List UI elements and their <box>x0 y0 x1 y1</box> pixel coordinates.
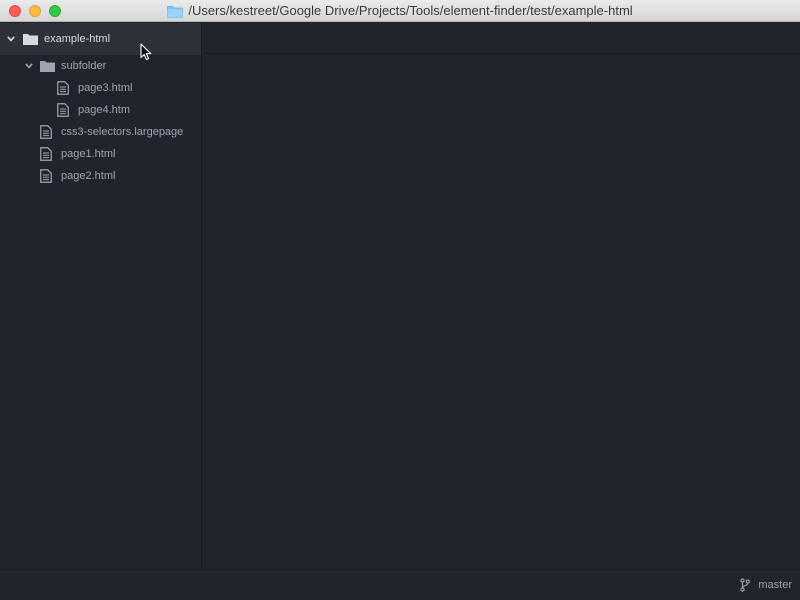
file-icon <box>40 121 52 143</box>
git-branch-label: master <box>758 579 792 591</box>
minimize-window-button[interactable] <box>29 5 41 17</box>
app-window: /Users/kestreet/Google Drive/Projects/To… <box>0 0 800 600</box>
tree-subfolder-label: subfolder <box>61 60 107 72</box>
tree-file-item[interactable]: page4.htm <box>0 99 201 121</box>
editor-pane[interactable] <box>202 54 800 569</box>
tree-root-label: example-html <box>44 33 111 45</box>
title-bar[interactable]: /Users/kestreet/Google Drive/Projects/To… <box>0 0 800 22</box>
status-bar: master <box>0 569 800 600</box>
folder-icon <box>23 23 38 55</box>
tree-view-sidebar: example-html subfolder page3.html page4.… <box>0 22 202 569</box>
chevron-down-icon[interactable] <box>6 23 16 55</box>
chevron-down-icon[interactable] <box>24 55 34 77</box>
zoom-window-button[interactable] <box>49 5 61 17</box>
git-branch-indicator[interactable]: master <box>740 570 792 600</box>
tree-file-item[interactable]: css3-selectors.largepage <box>0 121 201 143</box>
tree-file-item[interactable]: page2.html <box>0 165 201 187</box>
file-icon <box>57 77 69 99</box>
tree-file-item[interactable]: page1.html <box>0 143 201 165</box>
git-branch-icon <box>740 578 751 592</box>
file-icon <box>57 99 69 121</box>
tree-file-label: page2.html <box>61 170 116 182</box>
folder-icon <box>40 55 55 77</box>
file-icon <box>40 143 52 165</box>
tab-bar[interactable] <box>202 22 800 54</box>
close-window-button[interactable] <box>9 5 21 17</box>
tree-root-folder[interactable]: example-html <box>0 23 201 55</box>
window-title: /Users/kestreet/Google Drive/Projects/To… <box>0 0 800 22</box>
tree-file-label: css3-selectors.largepage <box>61 126 184 138</box>
folder-icon <box>167 6 184 18</box>
tree-file-label: page1.html <box>61 148 116 160</box>
file-icon <box>40 165 52 187</box>
mouse-cursor-icon <box>140 43 152 61</box>
tree-file-item[interactable]: page3.html <box>0 77 201 99</box>
tree-file-label: page3.html <box>78 82 133 94</box>
window-title-text: /Users/kestreet/Google Drive/Projects/To… <box>188 3 633 18</box>
tree-file-label: page4.htm <box>78 104 130 116</box>
tree-subfolder[interactable]: subfolder <box>0 55 201 77</box>
